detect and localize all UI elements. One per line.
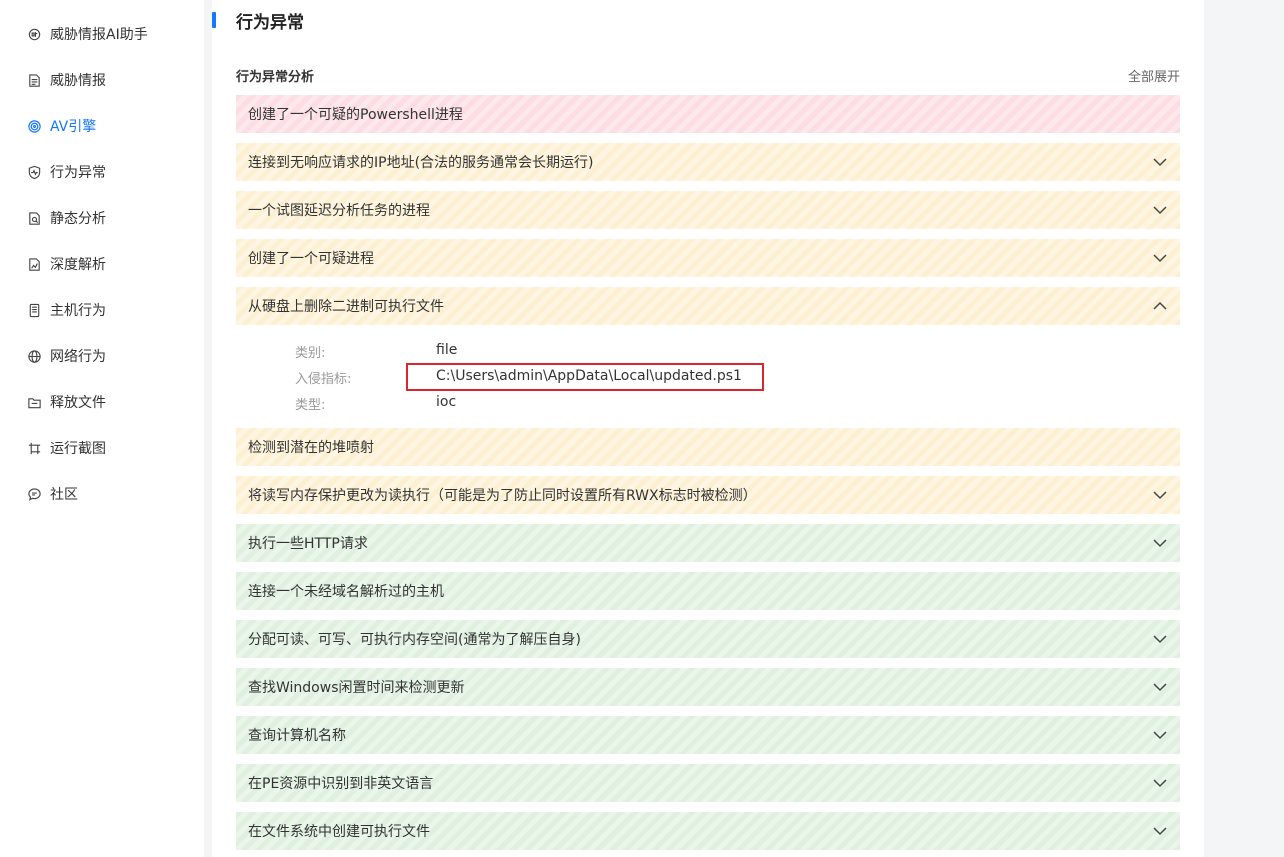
sidebar-item-label: 运行截图 [50, 441, 106, 457]
main-panel: 行为异常 行为异常分析 全部展开 创建了一个可疑的Powershell进程 连接… [212, 0, 1204, 857]
list-item[interactable]: 一个试图延迟分析任务的进程 [236, 191, 1180, 229]
list-item[interactable]: 连接一个未经域名解析过的主机 [236, 572, 1180, 610]
sidebar-item-behavior-anomaly[interactable]: 行为异常 [26, 160, 106, 184]
sidebar-item-dropped-files[interactable]: 释放文件 [26, 390, 106, 414]
sidebar-item-label: 主机行为 [50, 303, 106, 319]
sidebar: 威胁情报AI助手 威胁情报 AV引擎 行为异常 静态分析 深度解析 主机行为 网… [0, 0, 204, 857]
list-item[interactable]: 在PE资源中识别到非英文语言 [236, 764, 1180, 802]
chevron-down-icon[interactable] [1152, 154, 1168, 170]
row-label: 检测到潜在的堆喷射 [248, 440, 374, 456]
sidebar-item-network-behavior[interactable]: 网络行为 [26, 344, 106, 368]
list-item[interactable]: 连接到无响应请求的IP地址(合法的服务通常会长期运行) [236, 143, 1180, 181]
chevron-down-icon[interactable] [1152, 535, 1168, 551]
list-item[interactable]: 创建了一个可疑进程 [236, 239, 1180, 277]
list-item[interactable]: 在文件系统中创建可执行文件 [236, 812, 1180, 850]
list-item-expanded[interactable]: 从硬盘上删除二进制可执行文件 [236, 287, 1180, 325]
row-label: 查询计算机名称 [248, 728, 346, 744]
sidebar-item-label: 深度解析 [50, 257, 106, 273]
sidebar-item-label: 威胁情报AI助手 [50, 27, 148, 43]
chevron-down-icon[interactable] [1152, 727, 1168, 743]
chevron-down-icon[interactable] [1152, 250, 1168, 266]
sidebar-item-screenshots[interactable]: 运行截图 [26, 436, 106, 460]
host-icon [26, 302, 42, 318]
sidebar-item-label: 网络行为 [50, 349, 106, 365]
screenshot-icon [26, 440, 42, 456]
category-label: 类别: [295, 346, 326, 361]
row-label: 连接一个未经域名解析过的主机 [248, 584, 444, 600]
row-label: 创建了一个可疑进程 [248, 251, 374, 267]
chevron-up-icon[interactable] [1152, 298, 1168, 314]
row-label: 在文件系统中创建可执行文件 [248, 824, 430, 840]
type-label: 类型: [295, 398, 326, 413]
row-label: 分配可读、可写、可执行内存空间(通常为了解压自身) [248, 632, 581, 648]
sidebar-item-av-engine[interactable]: AV引擎 [26, 114, 96, 138]
row-label: 将读写内存保护更改为读执行（可能是为了防止同时设置所有RWX标志时被检测） [248, 488, 757, 504]
highlight-annotation-box [406, 363, 764, 391]
sidebar-item-ai-assistant[interactable]: 威胁情报AI助手 [26, 22, 148, 46]
sidebar-item-host-behavior[interactable]: 主机行为 [26, 298, 106, 322]
chevron-down-icon[interactable] [1152, 775, 1168, 791]
row-label: 执行一些HTTP请求 [248, 536, 368, 552]
sidebar-item-community[interactable]: 社区 [26, 482, 78, 506]
file-analysis-icon [26, 210, 42, 226]
chevron-down-icon[interactable] [1152, 679, 1168, 695]
type-value: ioc [436, 394, 457, 410]
globe-icon [26, 348, 42, 364]
chart-file-icon [26, 256, 42, 272]
chevron-down-icon[interactable] [1152, 631, 1168, 647]
folder-icon [26, 394, 42, 410]
sidebar-item-label: 威胁情报 [50, 73, 106, 89]
list-item[interactable]: 查找Windows闲置时间来检测更新 [236, 668, 1180, 706]
section-title: 行为异常分析 [236, 70, 315, 85]
sidebar-item-label: 行为异常 [50, 165, 106, 181]
list-item[interactable]: 创建了一个可疑的Powershell进程 [236, 95, 1180, 133]
sidebar-item-label: 社区 [50, 487, 78, 503]
sidebar-item-label: 静态分析 [50, 211, 106, 227]
row-label: 连接到无响应请求的IP地址(合法的服务通常会长期运行) [248, 155, 594, 171]
chat-icon [26, 486, 42, 502]
list-item[interactable]: 分配可读、可写、可执行内存空间(通常为了解压自身) [236, 620, 1180, 658]
ai-brain-icon [26, 26, 42, 42]
chevron-down-icon[interactable] [1152, 823, 1168, 839]
expand-all-button[interactable]: 全部展开 [1128, 66, 1180, 85]
sidebar-item-label: AV引擎 [50, 119, 97, 135]
sidebar-item-threat-intel[interactable]: 威胁情报 [26, 68, 106, 92]
sidebar-item-static-analysis[interactable]: 静态分析 [26, 206, 106, 230]
right-gutter [1204, 0, 1284, 857]
indicator-label: 入侵指标: [295, 372, 352, 387]
page-title: 行为异常 [236, 13, 304, 33]
sidebar-item-label: 释放文件 [50, 395, 106, 411]
list-item[interactable]: 执行一些HTTP请求 [236, 524, 1180, 562]
list-item[interactable]: 检测到潜在的堆喷射 [236, 428, 1180, 466]
sidebar-item-deep-analysis[interactable]: 深度解析 [26, 252, 106, 276]
document-icon [26, 72, 42, 88]
title-accent-bar [212, 12, 216, 28]
row-label: 一个试图延迟分析任务的进程 [248, 203, 430, 219]
list-item[interactable]: 将读写内存保护更改为读执行（可能是为了防止同时设置所有RWX标志时被检测） [236, 476, 1180, 514]
category-value: file [436, 342, 458, 358]
row-label: 从硬盘上删除二进制可执行文件 [248, 299, 444, 315]
chevron-down-icon[interactable] [1152, 487, 1168, 503]
chevron-down-icon[interactable] [1152, 202, 1168, 218]
shield-pulse-icon [26, 164, 42, 180]
row-label: 查找Windows闲置时间来检测更新 [248, 680, 465, 696]
target-icon [26, 118, 42, 134]
row-label: 创建了一个可疑的Powershell进程 [248, 107, 463, 123]
row-label: 在PE资源中识别到非英文语言 [248, 776, 434, 792]
list-item[interactable]: 查询计算机名称 [236, 716, 1180, 754]
